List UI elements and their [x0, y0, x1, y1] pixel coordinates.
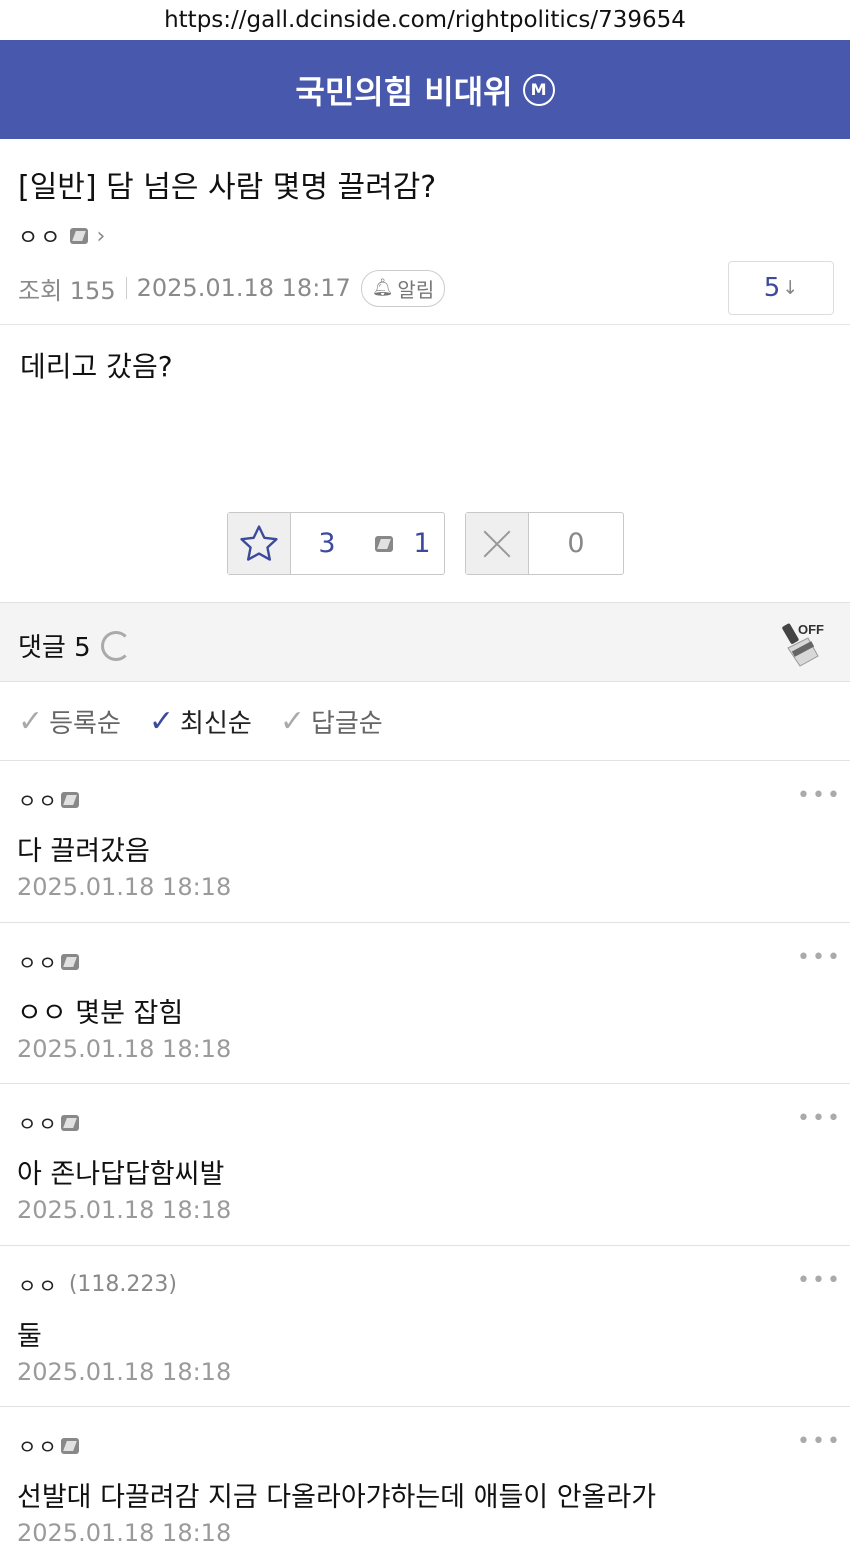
more-dots-icon[interactable]: •••: [797, 1268, 842, 1293]
check-icon: ✓: [148, 704, 175, 739]
comment-item: ㅇㅇ ••• 다 끌려갔음 2025.01.18 18:18: [0, 760, 850, 922]
view-count: 조회 155: [18, 276, 116, 305]
downvote-count: 0: [567, 528, 585, 559]
comment-author-name: ㅇㅇ: [18, 1435, 59, 1459]
more-dots-icon[interactable]: •••: [797, 1106, 842, 1131]
url-bar[interactable]: https://gall.dcinside.com/rightpolitics/…: [0, 0, 850, 40]
upvote-button[interactable]: [228, 513, 291, 574]
bell-icon: 🔔︎: [371, 278, 394, 298]
downvote-box[interactable]: 0: [465, 512, 624, 575]
comment-text: ㅇㅇ 몇분 잡힘: [17, 998, 184, 1029]
fixed-nick-icon: [60, 953, 79, 970]
comment-item: ㅇㅇ ••• 아 존나답답함씨발 2025.01.18 18:18: [0, 1083, 850, 1245]
comment-text: 둘: [17, 1321, 42, 1352]
broom-off-icon[interactable]: OFF: [778, 618, 828, 668]
x-icon: [483, 530, 511, 557]
fixed-nick-icon: [60, 791, 79, 808]
comment-jump-count: 5: [763, 273, 781, 303]
fixed-nick-icon: [60, 1114, 79, 1131]
comment-item: ㅇㅇ ••• ㅇㅇ 몇분 잡힘 2025.01.18 18:18: [0, 922, 850, 1084]
comment-author-name: ㅇㅇ: [18, 951, 59, 975]
comment-date: 2025.01.18 18:18: [17, 1196, 232, 1224]
comment-text: 다 끌려갔음: [17, 836, 150, 867]
sort-latest[interactable]: ✓ 최신순: [149, 703, 252, 740]
post-author[interactable]: ㅇㅇ ›: [18, 220, 105, 252]
sort-registration[interactable]: ✓ 등록순: [18, 703, 121, 740]
comment-author[interactable]: ㅇㅇ: [18, 947, 79, 976]
post-meta: 조회 155 2025.01.18 18:17 🔔︎ 알림: [18, 268, 446, 308]
sort-label: 답글순: [310, 709, 383, 739]
comment-author-name: ㅇㅇ: [18, 1274, 59, 1298]
comment-author[interactable]: ㅇㅇ: [18, 785, 79, 814]
comment-jump-button[interactable]: 5 ↓: [728, 261, 834, 315]
comments-header-label: 댓글 5: [18, 627, 131, 664]
comment-date: 2025.01.18 18:18: [17, 1358, 232, 1386]
meta-divider: [125, 277, 127, 299]
divider: [0, 324, 850, 325]
post-title: [일반] 담 넘은 사람 몇명 끌려감?: [18, 170, 437, 205]
fixed-upvote-count: 1: [413, 528, 431, 559]
more-dots-icon[interactable]: •••: [797, 945, 842, 970]
fixed-nick-icon: [60, 1437, 79, 1454]
comment-date: 2025.01.18 18:18: [17, 1519, 232, 1547]
more-dots-icon[interactable]: •••: [797, 783, 842, 808]
comment-author-name: ㅇㅇ: [18, 1112, 59, 1136]
comment-item: ㅇㅇ (118.223) ••• 둘 2025.01.18 18:18: [0, 1245, 850, 1407]
comment-sort-tabs: ✓ 등록순 ✓ 최신순 ✓ 답글순: [18, 703, 383, 740]
comment-ip: (118.223): [68, 1272, 177, 1297]
comment-count: 댓글 5: [18, 633, 91, 663]
comment-date: 2025.01.18 18:18: [17, 1035, 232, 1063]
comment-item: ㅇㅇ ••• 선발대 다끌려감 지금 다올라아갸하는데 애들이 안올라가 202…: [0, 1406, 850, 1565]
comment-text: 선발대 다끌려감 지금 다올라아갸하는데 애들이 안올라가: [17, 1482, 657, 1513]
comment-author-name: ㅇㅇ: [18, 789, 59, 813]
sort-replies[interactable]: ✓ 답글순: [280, 703, 383, 740]
comment-date: 2025.01.18 18:18: [17, 873, 232, 901]
comment-author[interactable]: ㅇㅇ (118.223): [18, 1270, 177, 1299]
fixed-nick-icon: [375, 535, 394, 552]
gallery-title[interactable]: 국민의힘 비대위: [295, 67, 512, 113]
post-datetime: 2025.01.18 18:17: [136, 274, 351, 302]
sort-label: 최신순: [180, 709, 252, 739]
comments-header: 댓글 5: [0, 602, 850, 682]
more-dots-icon[interactable]: •••: [797, 1429, 842, 1454]
sort-label: 등록순: [49, 709, 121, 739]
author-name[interactable]: ㅇㅇ: [18, 220, 62, 252]
check-icon: ✓: [279, 704, 305, 739]
chevron-right-icon[interactable]: ›: [96, 224, 105, 249]
arrow-down-icon: ↓: [782, 277, 799, 299]
comment-author[interactable]: ㅇㅇ: [18, 1431, 79, 1460]
fixed-nick-icon: [70, 228, 89, 244]
star-icon: [240, 524, 278, 561]
alarm-button[interactable]: 🔔︎ 알림: [360, 269, 446, 307]
comment-author[interactable]: ㅇㅇ: [18, 1108, 79, 1137]
svg-text:OFF: OFF: [798, 622, 824, 637]
upvote-count: 3: [318, 528, 336, 559]
refresh-icon[interactable]: [100, 630, 131, 661]
comment-text: 아 존나답답함씨발: [17, 1159, 225, 1190]
fixed-upvote: 1: [363, 513, 443, 574]
alarm-label: 알림: [397, 277, 435, 302]
upvote-box[interactable]: 3 1: [227, 512, 445, 575]
downvote-button[interactable]: [466, 513, 529, 574]
minor-gallery-badge-icon: M: [522, 73, 555, 106]
check-icon: ✓: [18, 704, 44, 739]
gallery-header: 국민의힘 비대위 M: [0, 40, 850, 139]
post-body: 데리고 갔음?: [20, 350, 173, 383]
